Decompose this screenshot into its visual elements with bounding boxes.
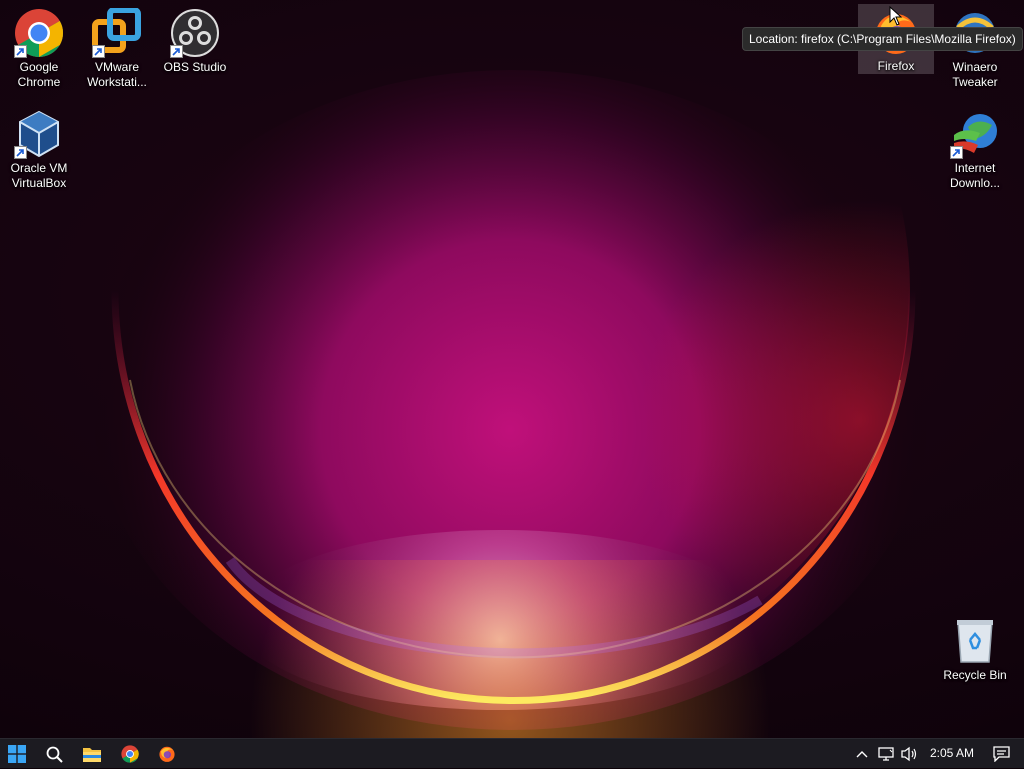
chrome-icon xyxy=(121,745,139,763)
desktop-icon-obs[interactable]: OBS Studio xyxy=(157,4,233,96)
vmware-icon xyxy=(92,8,142,58)
shortcut-arrow-icon xyxy=(170,45,183,58)
folder-icon xyxy=(83,747,101,762)
obs-icon xyxy=(170,8,220,58)
volume-icon xyxy=(901,746,917,762)
windows-logo-icon xyxy=(8,745,26,763)
virtualbox-icon xyxy=(14,109,64,159)
start-button[interactable] xyxy=(3,741,31,767)
chrome-taskbar-button[interactable] xyxy=(116,741,144,767)
desktop-icon-label: VMware Workstati... xyxy=(87,60,147,89)
firefox-icon xyxy=(159,746,175,762)
idm-icon xyxy=(950,109,1000,159)
chrome-icon xyxy=(14,8,64,58)
desktop-icon-label: Google Chrome xyxy=(17,60,61,89)
desktop-icon-label: Firefox xyxy=(877,59,915,73)
mouse-cursor-icon xyxy=(889,6,903,26)
desktop-icon-internet-download-manager[interactable]: Internet Downlo... xyxy=(937,105,1013,197)
notification-icon xyxy=(992,746,1010,762)
volume-button[interactable] xyxy=(896,741,924,767)
desktop-icon-recycle-bin[interactable]: Recycle Bin xyxy=(937,612,1013,704)
desktop-icon-chrome[interactable]: Google Chrome xyxy=(1,4,77,96)
network-icon xyxy=(878,747,894,761)
desktop-wallpaper xyxy=(0,0,1024,738)
taskbar-clock[interactable]: 2:05 AM xyxy=(926,739,978,769)
recycle-bin-icon xyxy=(950,616,1000,666)
shortcut-arrow-icon xyxy=(14,146,27,159)
firefox-taskbar-button[interactable] xyxy=(153,741,181,767)
shortcut-arrow-icon xyxy=(14,45,27,58)
notifications-button[interactable] xyxy=(987,741,1015,767)
taskbar: 2:05 AM xyxy=(0,738,1024,768)
desktop-icon-label: Recycle Bin xyxy=(943,668,1007,682)
shortcut-arrow-icon xyxy=(950,146,963,159)
shortcut-arrow-icon xyxy=(92,45,105,58)
desktop-icon-vmware[interactable]: VMware Workstati... xyxy=(79,4,155,96)
desktop-icon-label: Winaero Tweaker xyxy=(952,60,998,89)
search-button[interactable] xyxy=(40,741,68,767)
desktop-icon-label: Internet Downlo... xyxy=(949,161,1001,190)
chevron-up-icon xyxy=(856,751,868,758)
desktop-icon-label: Oracle VM VirtualBox xyxy=(10,161,68,190)
desktop-icon-virtualbox[interactable]: Oracle VM VirtualBox xyxy=(1,105,77,197)
file-explorer-button[interactable] xyxy=(78,741,106,767)
search-icon xyxy=(46,746,63,763)
desktop-icon-label: OBS Studio xyxy=(163,60,227,74)
location-tooltip: Location: firefox (C:\Program Files\Mozi… xyxy=(742,27,1023,51)
